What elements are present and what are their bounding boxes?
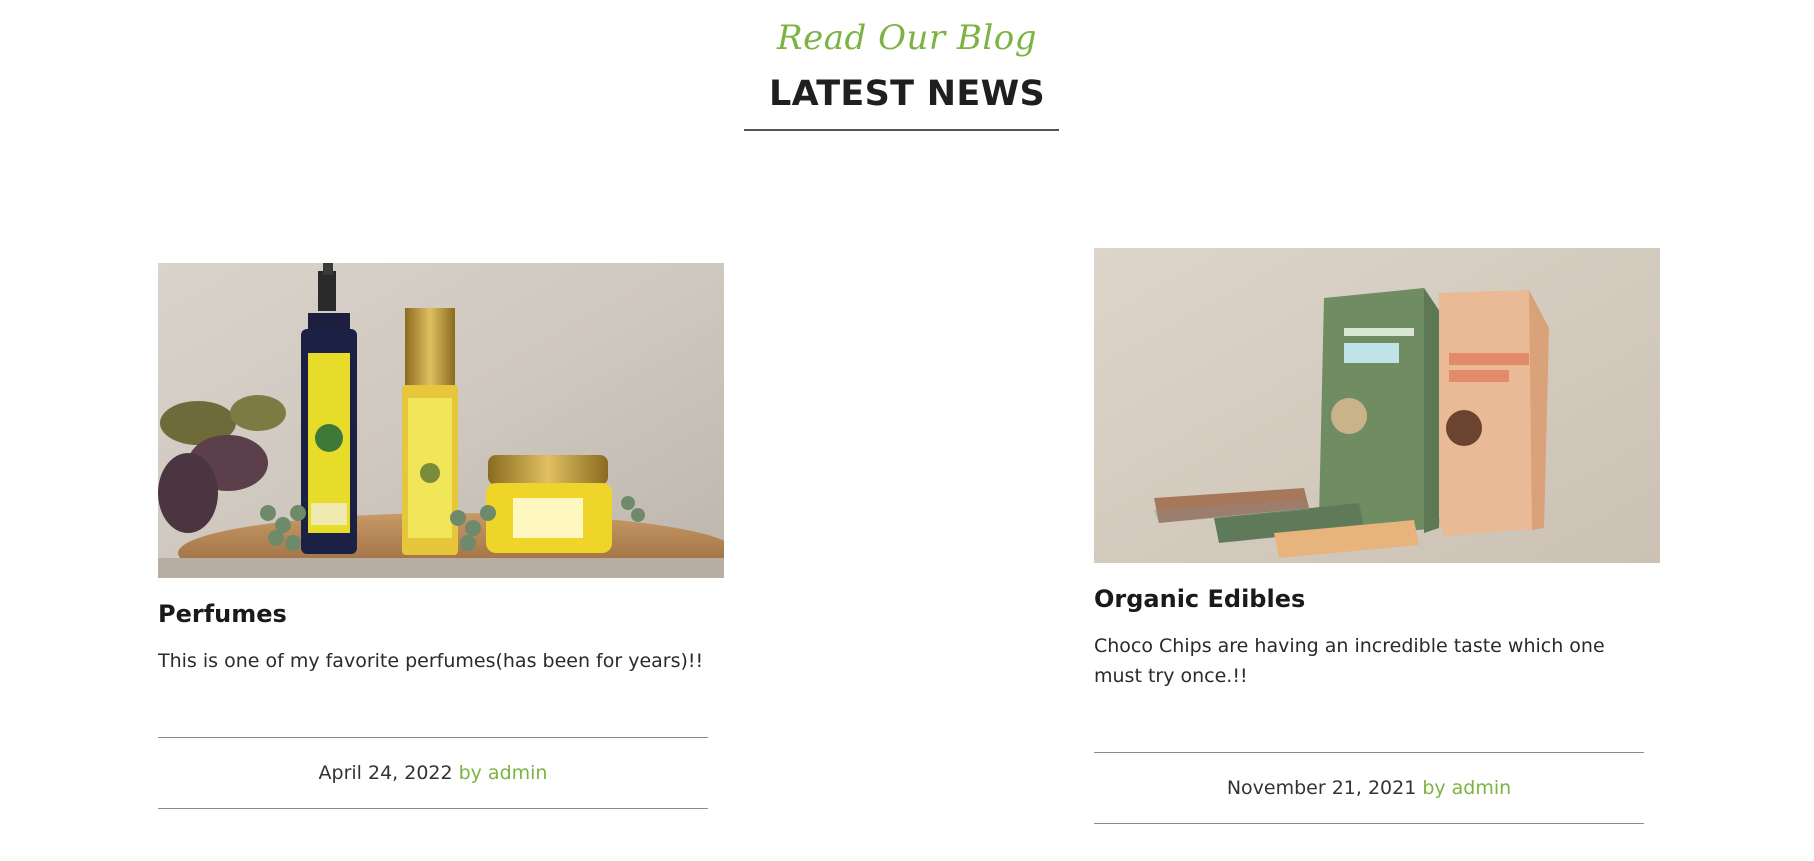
post-excerpt: This is one of my favorite perfumes(has … [158,650,704,672]
section-kicker: Read Our Blog [777,18,1037,58]
post-title[interactable]: Perfumes [158,600,724,628]
post-by-label: by [1422,777,1446,799]
title-underline [744,129,1059,131]
post-by-label: by [458,762,482,784]
post-thumbnail-perfumes[interactable] [158,263,724,578]
post-author-link[interactable]: admin [488,762,548,784]
blog-card-perfumes: Perfumes This is one of my favorite perf… [158,263,724,809]
organic-products-image [1094,248,1660,563]
post-title[interactable]: Organic Edibles [1094,585,1660,613]
post-date: November 21, 2021 [1226,777,1417,799]
post-author-link[interactable]: admin [1452,777,1512,799]
post-meta: April 24, 2022 by admin [158,737,708,809]
post-meta: November 21, 2021 by admin [1094,752,1644,824]
section-title: LATEST NEWS [768,74,1046,114]
perfume-image [158,263,724,578]
post-thumbnail-organic-edibles[interactable] [1094,248,1660,563]
post-excerpt: Choco Chips are having an incredible tas… [1094,635,1605,687]
post-date: April 24, 2022 [318,762,453,784]
blog-card-organic-edibles: Organic Edibles Choco Chips are having a… [1094,248,1660,824]
